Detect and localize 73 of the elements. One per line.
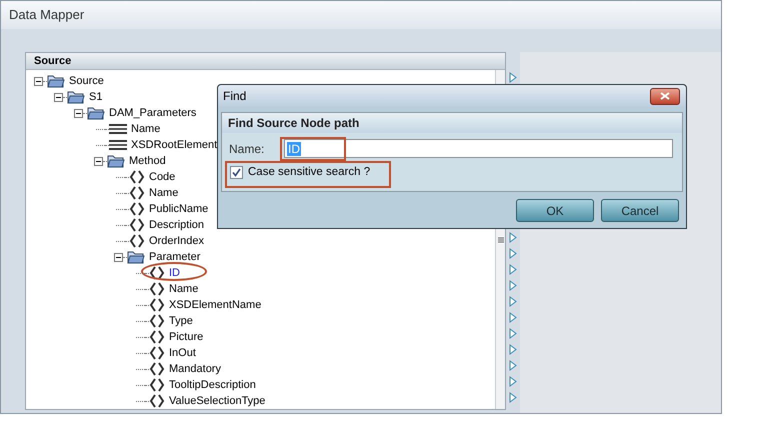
collapse-icon[interactable] — [54, 92, 63, 102]
braces-icon — [149, 330, 165, 344]
tree-item[interactable]: Parameter — [149, 248, 200, 266]
check-icon — [232, 168, 241, 178]
lines-icon — [109, 140, 127, 150]
folder-icon — [87, 106, 105, 120]
collapse-icon[interactable] — [94, 156, 103, 166]
braces-icon — [149, 266, 165, 280]
braces-icon — [149, 362, 165, 376]
tree-item[interactable]: Description — [149, 216, 204, 234]
close-button[interactable] — [650, 88, 680, 104]
tree-item[interactable]: XSDElementName — [169, 296, 262, 314]
tree-item[interactable]: InOut — [169, 344, 196, 362]
tree-item[interactable]: Name — [131, 120, 160, 138]
close-icon — [660, 92, 670, 100]
arrow-icon[interactable] — [509, 392, 517, 403]
tree-item[interactable]: Method — [129, 152, 166, 170]
braces-icon — [149, 378, 165, 392]
braces-icon — [149, 346, 165, 360]
highlight-ellipse — [141, 262, 207, 281]
tree-item[interactable]: Code — [149, 168, 176, 186]
arrow-icon[interactable] — [509, 280, 517, 291]
tree-item[interactable]: Picture — [169, 328, 204, 346]
arrow-icon[interactable] — [509, 376, 517, 387]
dialog-title: Find — [223, 88, 246, 105]
arrow-icon[interactable] — [509, 248, 517, 259]
braces-icon — [129, 218, 145, 232]
arrow-icon[interactable] — [509, 72, 517, 83]
collapse-icon[interactable] — [34, 76, 43, 86]
collapse-icon[interactable] — [74, 108, 83, 118]
tree-item[interactable]: XSDRootElement — [131, 136, 218, 154]
lines-icon — [109, 124, 127, 134]
tree-item[interactable]: Type — [169, 312, 193, 330]
panel-title: Source — [34, 54, 72, 69]
dialog-button[interactable]: Cancel — [601, 199, 679, 222]
braces-icon — [129, 234, 145, 248]
tree-item[interactable]: Name — [149, 184, 178, 202]
folder-icon — [127, 250, 145, 264]
grip-icon — [498, 236, 504, 242]
tree-item[interactable]: TooltipDescription — [169, 376, 256, 394]
braces-icon — [149, 282, 165, 296]
tree-item[interactable]: OrderIndex — [149, 232, 204, 250]
arrow-icon[interactable] — [509, 312, 517, 323]
braces-icon — [149, 394, 165, 408]
braces-icon — [129, 170, 145, 184]
folder-icon — [67, 90, 85, 104]
arrow-icon[interactable] — [509, 360, 517, 371]
folder-icon — [47, 74, 65, 88]
braces-icon — [149, 298, 165, 312]
tree-item[interactable]: PublicName — [149, 200, 208, 218]
tree-item[interactable]: S1 — [89, 88, 102, 106]
group-title: Find Source Node path — [228, 115, 360, 132]
name-label: Name: — [229, 140, 266, 158]
braces-icon — [129, 202, 145, 216]
tree-item[interactable]: Source — [69, 72, 104, 90]
tree-item[interactable]: ValueSelectionType — [169, 392, 266, 409]
folder-icon — [107, 154, 125, 168]
tree-item[interactable]: ID — [169, 264, 180, 282]
arrow-icon[interactable] — [509, 264, 517, 275]
braces-icon — [149, 314, 165, 328]
braces-icon — [129, 186, 145, 200]
dialog-button[interactable]: OK — [516, 199, 594, 222]
arrow-icon[interactable] — [509, 296, 517, 307]
tree-item[interactable]: Name — [169, 280, 198, 298]
tree-item[interactable]: DAM_Parameters — [109, 104, 196, 122]
checkbox-label: Case sensitive search ? — [248, 165, 370, 180]
checkbox[interactable] — [230, 166, 243, 180]
arrow-icon[interactable] — [509, 232, 517, 243]
collapse-icon[interactable] — [114, 252, 123, 262]
window-title: Data Mapper — [9, 6, 84, 24]
tree-item[interactable]: Mandatory — [169, 360, 221, 378]
arrow-icon[interactable] — [509, 328, 517, 339]
arrow-icon[interactable] — [509, 344, 517, 355]
